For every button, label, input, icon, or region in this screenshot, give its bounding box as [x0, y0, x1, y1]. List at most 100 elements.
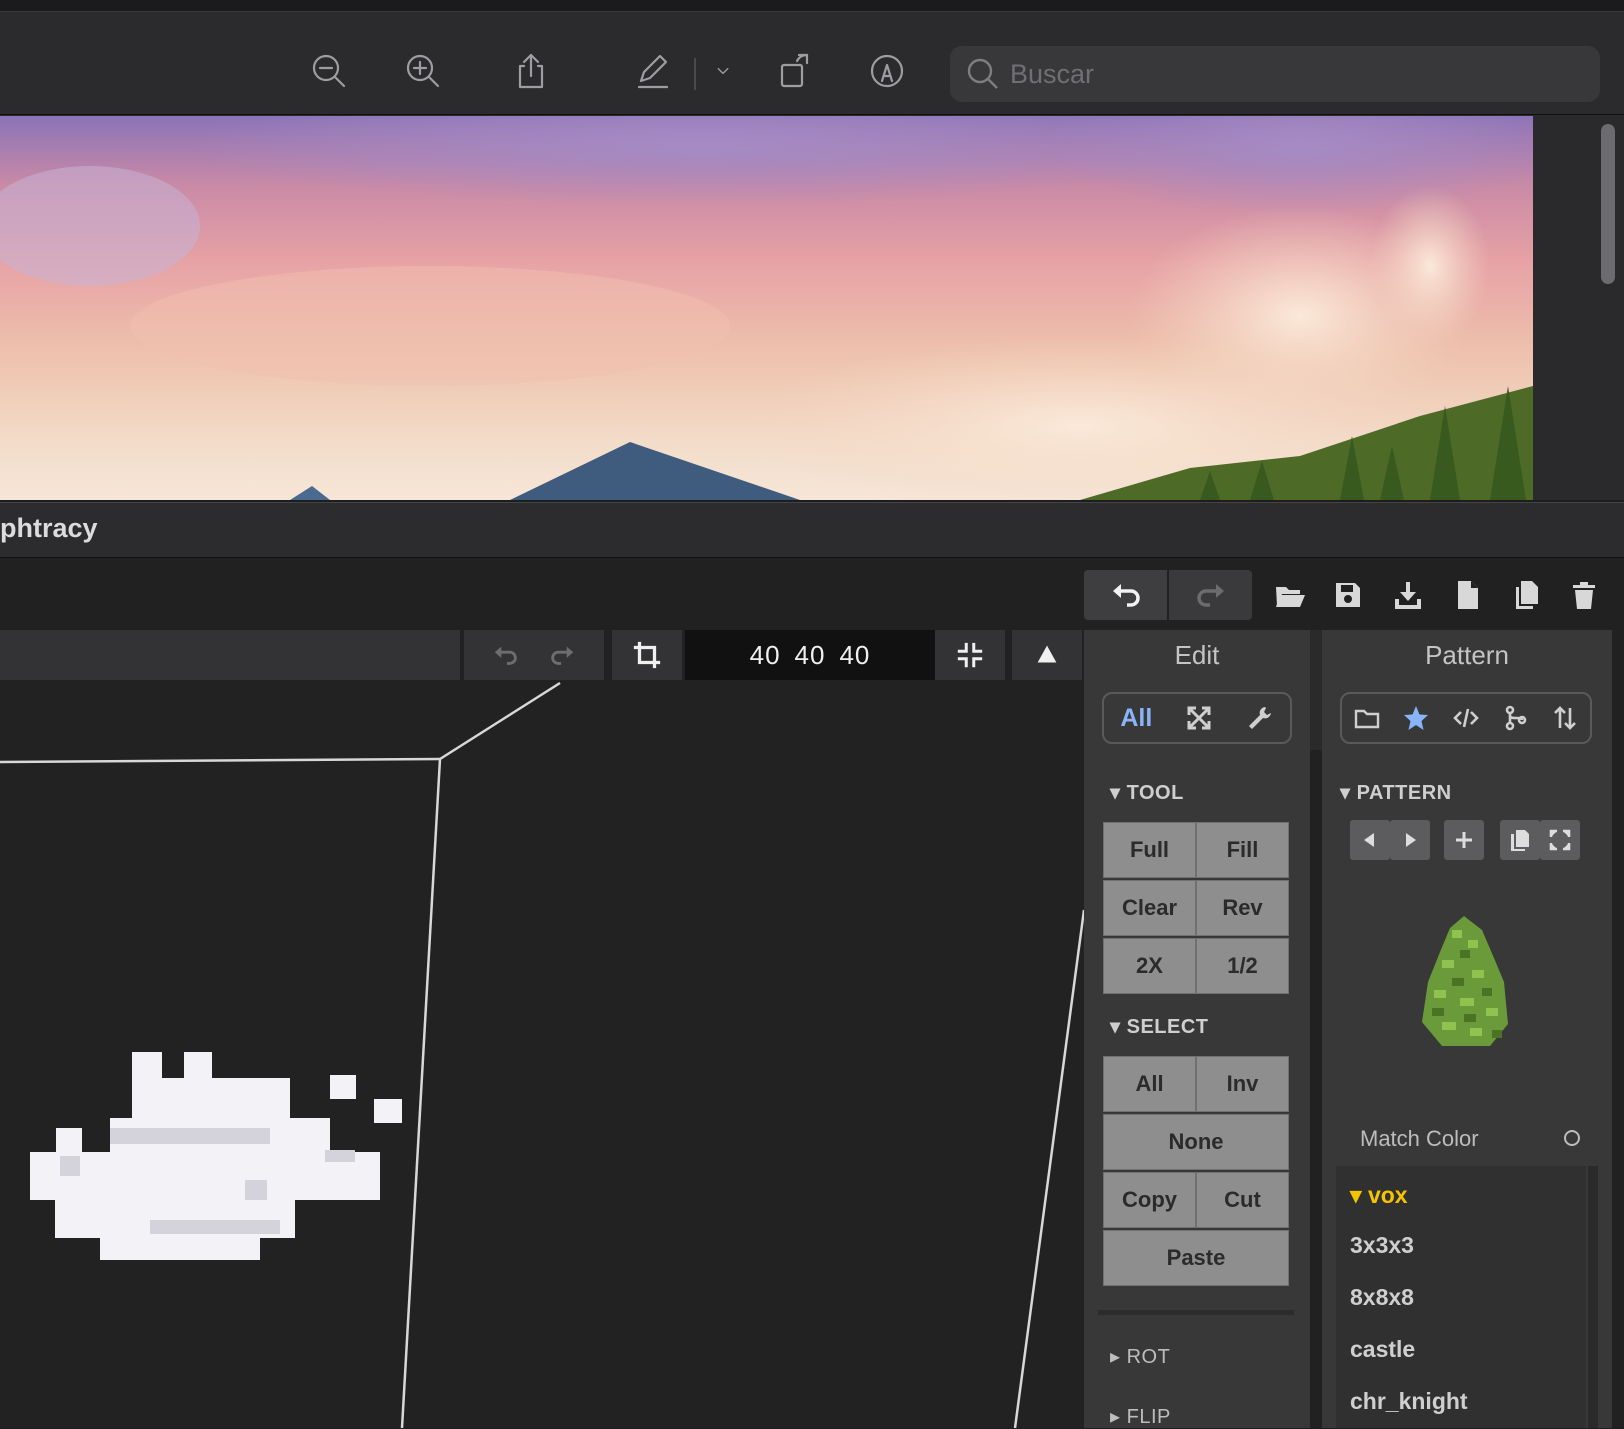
plus-icon	[1456, 832, 1472, 848]
match-color-radio[interactable]	[1564, 1130, 1580, 1146]
list-folder-label: vox	[1367, 1182, 1408, 1208]
list-folder-vox[interactable]: ▾ vox	[1350, 1182, 1408, 1209]
download-icon[interactable]	[1386, 570, 1430, 620]
copy-icon	[1511, 830, 1529, 851]
voxel-viewport[interactable]	[0, 680, 1084, 1428]
collapse-button[interactable]	[935, 630, 1005, 680]
fullscreen-icon	[1549, 829, 1571, 851]
duplicate-icon[interactable]	[1505, 570, 1549, 620]
crop-button[interactable]	[612, 630, 682, 680]
rotate-icon[interactable]	[772, 48, 818, 94]
tool-clear-button[interactable]: Clear	[1103, 880, 1196, 936]
rot-section-label: ROT	[1126, 1346, 1171, 1368]
dim-x: 40	[749, 639, 781, 670]
chevron-down-icon[interactable]	[700, 48, 746, 94]
viewport-bar	[0, 630, 460, 680]
pattern-source-segment	[1340, 692, 1592, 744]
copy-pattern-button[interactable]	[1500, 820, 1540, 860]
save-icon[interactable]	[1326, 570, 1370, 620]
paste-button[interactable]: Paste	[1103, 1230, 1289, 1286]
rot-section-header[interactable]: ▸ ROT	[1110, 1344, 1170, 1369]
select-none-button[interactable]: None	[1103, 1114, 1289, 1170]
pattern-section-label: PATTERN	[1356, 782, 1452, 804]
prev-pattern-button[interactable]	[1350, 820, 1390, 860]
search-icon	[967, 58, 998, 89]
undo-icon	[1112, 584, 1140, 607]
dim-z: 40	[839, 639, 871, 670]
select-section-label: SELECT	[1126, 1016, 1209, 1038]
pattern-section-header[interactable]: ▾ PATTERN	[1340, 780, 1452, 805]
annotate-icon[interactable]	[864, 48, 910, 94]
cut-button[interactable]: Cut	[1196, 1172, 1289, 1228]
new-file-icon[interactable]	[1446, 570, 1490, 620]
window-top-edge	[0, 0, 1624, 12]
triangle-left-icon	[1364, 833, 1374, 847]
list-item[interactable]: 8x8x8	[1350, 1284, 1414, 1311]
preview-scroll-thumb[interactable]	[1601, 124, 1615, 284]
code-icon[interactable]	[1452, 704, 1480, 732]
star-icon[interactable]	[1402, 704, 1430, 732]
expand-arrows-icon[interactable]	[1185, 704, 1213, 732]
edit-mode-segment: All	[1102, 692, 1292, 744]
list-item[interactable]: chr_knight	[1350, 1388, 1468, 1415]
triangle-up-icon	[1037, 645, 1057, 663]
tool-half-button[interactable]: 1/2	[1196, 938, 1289, 994]
zoom-out-icon[interactable]	[306, 48, 352, 94]
copy-button[interactable]: Copy	[1103, 1172, 1196, 1228]
tool-section-label: TOOL	[1126, 782, 1184, 804]
voxel-scene	[0, 681, 1084, 1428]
tool-fill-button[interactable]: Fill	[1196, 822, 1289, 878]
viewport-redo-icon[interactable]	[547, 640, 577, 670]
redo-button[interactable]	[1169, 570, 1252, 620]
crop-icon	[633, 641, 661, 669]
open-folder-icon[interactable]	[1268, 570, 1312, 620]
tool-section-header[interactable]: ▾ TOOL	[1110, 780, 1184, 805]
undo-button[interactable]	[1084, 570, 1167, 620]
edit-panel: Edit All ▾ TOOL Full Fill Clear Rev 2X 1…	[1084, 630, 1310, 1428]
pattern-thumbnail[interactable]	[1412, 912, 1522, 1052]
trash-icon[interactable]	[1562, 570, 1606, 620]
pattern-list[interactable]: ▾ vox 3x3x3 8x8x8 castle chr_knight	[1336, 1166, 1586, 1428]
select-inv-button[interactable]: Inv	[1196, 1056, 1289, 1112]
tool-rev-button[interactable]: Rev	[1196, 880, 1289, 936]
wrench-icon[interactable]	[1246, 704, 1274, 732]
next-pattern-button[interactable]	[1390, 820, 1430, 860]
match-color-label: Match Color	[1360, 1126, 1479, 1151]
pattern-list-scrollbar[interactable]	[1588, 1166, 1598, 1428]
voxel-tree-preview	[1422, 916, 1508, 1046]
flip-section-header[interactable]: ▸ FLIP	[1110, 1404, 1171, 1429]
folder-icon[interactable]	[1353, 704, 1381, 732]
toggle-triangle-button[interactable]	[1012, 630, 1082, 680]
preview-toolbar	[0, 12, 1624, 115]
markup-pen-icon[interactable]	[630, 48, 676, 94]
search-field[interactable]	[950, 46, 1600, 102]
panel-splitter[interactable]	[1310, 630, 1322, 750]
app-titlebar: phtracy	[0, 502, 1624, 558]
sunset-landscape-picture	[0, 116, 1533, 500]
list-folder-toggle: ▾	[1350, 1182, 1368, 1208]
viewport-undo-icon[interactable]	[491, 640, 521, 670]
flip-section-label: FLIP	[1126, 1406, 1171, 1428]
search-input[interactable]	[1010, 58, 1570, 90]
zoom-in-icon[interactable]	[400, 48, 446, 94]
branch-icon[interactable]	[1502, 704, 1530, 732]
tool-full-button[interactable]: Full	[1103, 822, 1196, 878]
select-all-button[interactable]: All	[1103, 1056, 1196, 1112]
dim-y: 40	[794, 639, 826, 670]
share-icon[interactable]	[508, 48, 554, 94]
triangle-right-icon	[1406, 833, 1416, 847]
sort-icon[interactable]	[1551, 704, 1579, 732]
edit-mode-all[interactable]: All	[1120, 704, 1152, 733]
add-pattern-button[interactable]	[1444, 820, 1484, 860]
fullscreen-pattern-button[interactable]	[1540, 820, 1580, 860]
pattern-header: Pattern	[1425, 640, 1509, 670]
sunset-image	[0, 116, 1533, 500]
dimensions-display[interactable]: 40 40 40	[685, 630, 935, 680]
tool-2x-button[interactable]: 2X	[1103, 938, 1196, 994]
list-item[interactable]: castle	[1350, 1336, 1415, 1363]
select-section-header[interactable]: ▾ SELECT	[1110, 1014, 1209, 1039]
list-item[interactable]: 3x3x3	[1350, 1232, 1414, 1259]
edit-header: Edit	[1174, 640, 1220, 670]
app-title: phtracy	[0, 513, 98, 543]
viewport-undo-redo	[464, 630, 604, 680]
